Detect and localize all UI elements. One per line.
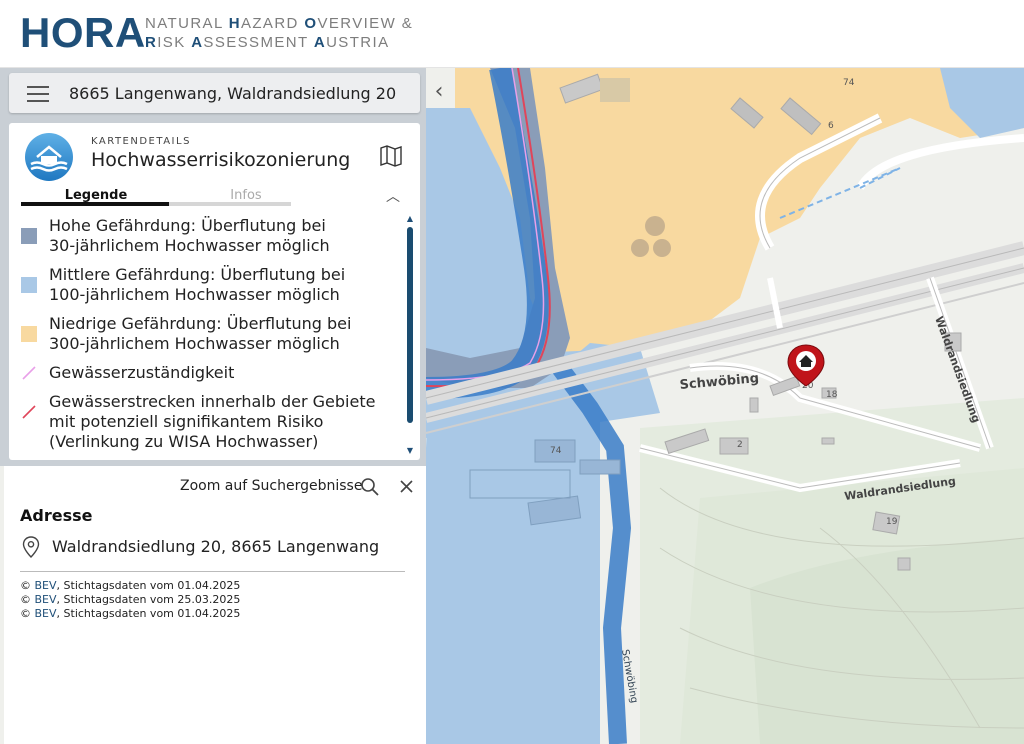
card-subtitle: KARTENDETAILS [91, 136, 191, 147]
side-panel: 8665 Langenwang, Waldrandsiedlung 20 KAR… [0, 68, 443, 744]
tab-active-indicator [21, 202, 169, 206]
legend-swatch-square [21, 326, 37, 342]
legend-label: Niedrige Gefährdung: Überflutung bei 300-… [49, 314, 352, 353]
tagline-line-2: RISK ASSESSMENT AUSTRIA [145, 34, 390, 51]
address-row[interactable]: Waldrandsiedlung 20, 8665 Langenwang [20, 534, 410, 560]
tagline: NATURAL HAZARD OVERVIEW & RISK ASSESSMEN… [145, 14, 413, 52]
close-icon[interactable] [396, 476, 418, 498]
card-tabs: Legende Infos [9, 186, 420, 210]
card-title: Hochwasserrisikozonierung [91, 149, 351, 171]
tagline-line-1: NATURAL HAZARD OVERVIEW & [145, 15, 414, 32]
side-panel-top: 8665 Langenwang, Waldrandsiedlung 20 KAR… [0, 68, 426, 466]
map-label-number-74b: 74 [843, 78, 855, 88]
bev-link[interactable]: BEV [35, 579, 57, 592]
search-bar[interactable]: 8665 Langenwang, Waldrandsiedlung 20 [9, 73, 420, 113]
map-label-number-6: 6 [828, 121, 834, 131]
credit-line: © BEV, Stichtagsdaten vom 01.04.2025 [20, 579, 241, 592]
search-icon[interactable] [359, 476, 381, 498]
menu-icon[interactable] [27, 86, 49, 102]
legend-scrollbar[interactable]: ▲ ▼ [406, 215, 414, 455]
map-label-number-19: 19 [886, 517, 898, 527]
legend-swatch-square [21, 277, 37, 293]
divider [20, 571, 405, 572]
legend-swatch-square [21, 228, 37, 244]
collapse-panel-chevron-left-icon[interactable]: ‹ [428, 73, 450, 113]
map-label-number-18: 18 [826, 390, 838, 400]
legend-label: Mittlere Gefährdung: Überflutung bei 100-… [49, 265, 346, 304]
legend-label: Hohe Gefährdung: Überflutung bei 30-jährl… [49, 216, 330, 255]
map-details-card: KARTENDETAILS Hochwasserrisikozonierung … [9, 123, 420, 460]
address-text: Waldrandsiedlung 20, 8665 Langenwang [52, 537, 380, 556]
map-label-schwoebing: Schwöbing [679, 371, 760, 393]
bev-link[interactable]: BEV [35, 607, 57, 620]
scroll-up-icon[interactable]: ▲ [406, 215, 414, 223]
legend-label: Gewässerzuständigkeit [49, 363, 235, 382]
flood-house-icon [25, 133, 73, 181]
app-header: HORA NATURAL HAZARD OVERVIEW & RISK ASSE… [0, 0, 1024, 68]
map-fold-icon[interactable] [379, 144, 403, 168]
scroll-thumb[interactable] [407, 227, 413, 423]
adresse-heading: Adresse [20, 506, 93, 525]
search-input[interactable]: 8665 Langenwang, Waldrandsiedlung 20 [69, 84, 396, 103]
tab-legende[interactable]: Legende [21, 186, 171, 210]
location-pin-icon [22, 536, 40, 558]
legend-swatch-line [21, 404, 37, 420]
chevron-up-icon[interactable]: ︿ [383, 186, 403, 205]
data-credits: © BEV, Stichtagsdaten vom 01.04.2025 © BE… [20, 579, 240, 621]
credit-line: © BEV, Stichtagsdaten vom 25.03.2025 [20, 593, 241, 606]
tab-infos[interactable]: Infos [171, 186, 321, 210]
legend-swatch-line [21, 365, 37, 381]
credit-line: © BEV, Stichtagsdaten vom 01.04.2025 [20, 607, 241, 620]
map-label-number-74: 74 [550, 446, 562, 456]
search-results-panel: Zoom auf Suchergebnisse Adresse Waldrand… [4, 466, 426, 744]
zoom-to-results-link[interactable]: Zoom auf Suchergebnisse [180, 478, 362, 494]
hora-logo[interactable]: HORA [20, 9, 146, 57]
bev-link[interactable]: BEV [35, 593, 57, 606]
zoom-row: Zoom auf Suchergebnisse [4, 476, 426, 498]
legend-label[interactable]: Gewässerstrecken innerhalb der Gebiete mi… [49, 392, 375, 452]
map-label-number-2: 2 [737, 440, 743, 450]
scroll-down-icon[interactable]: ▼ [406, 447, 414, 455]
